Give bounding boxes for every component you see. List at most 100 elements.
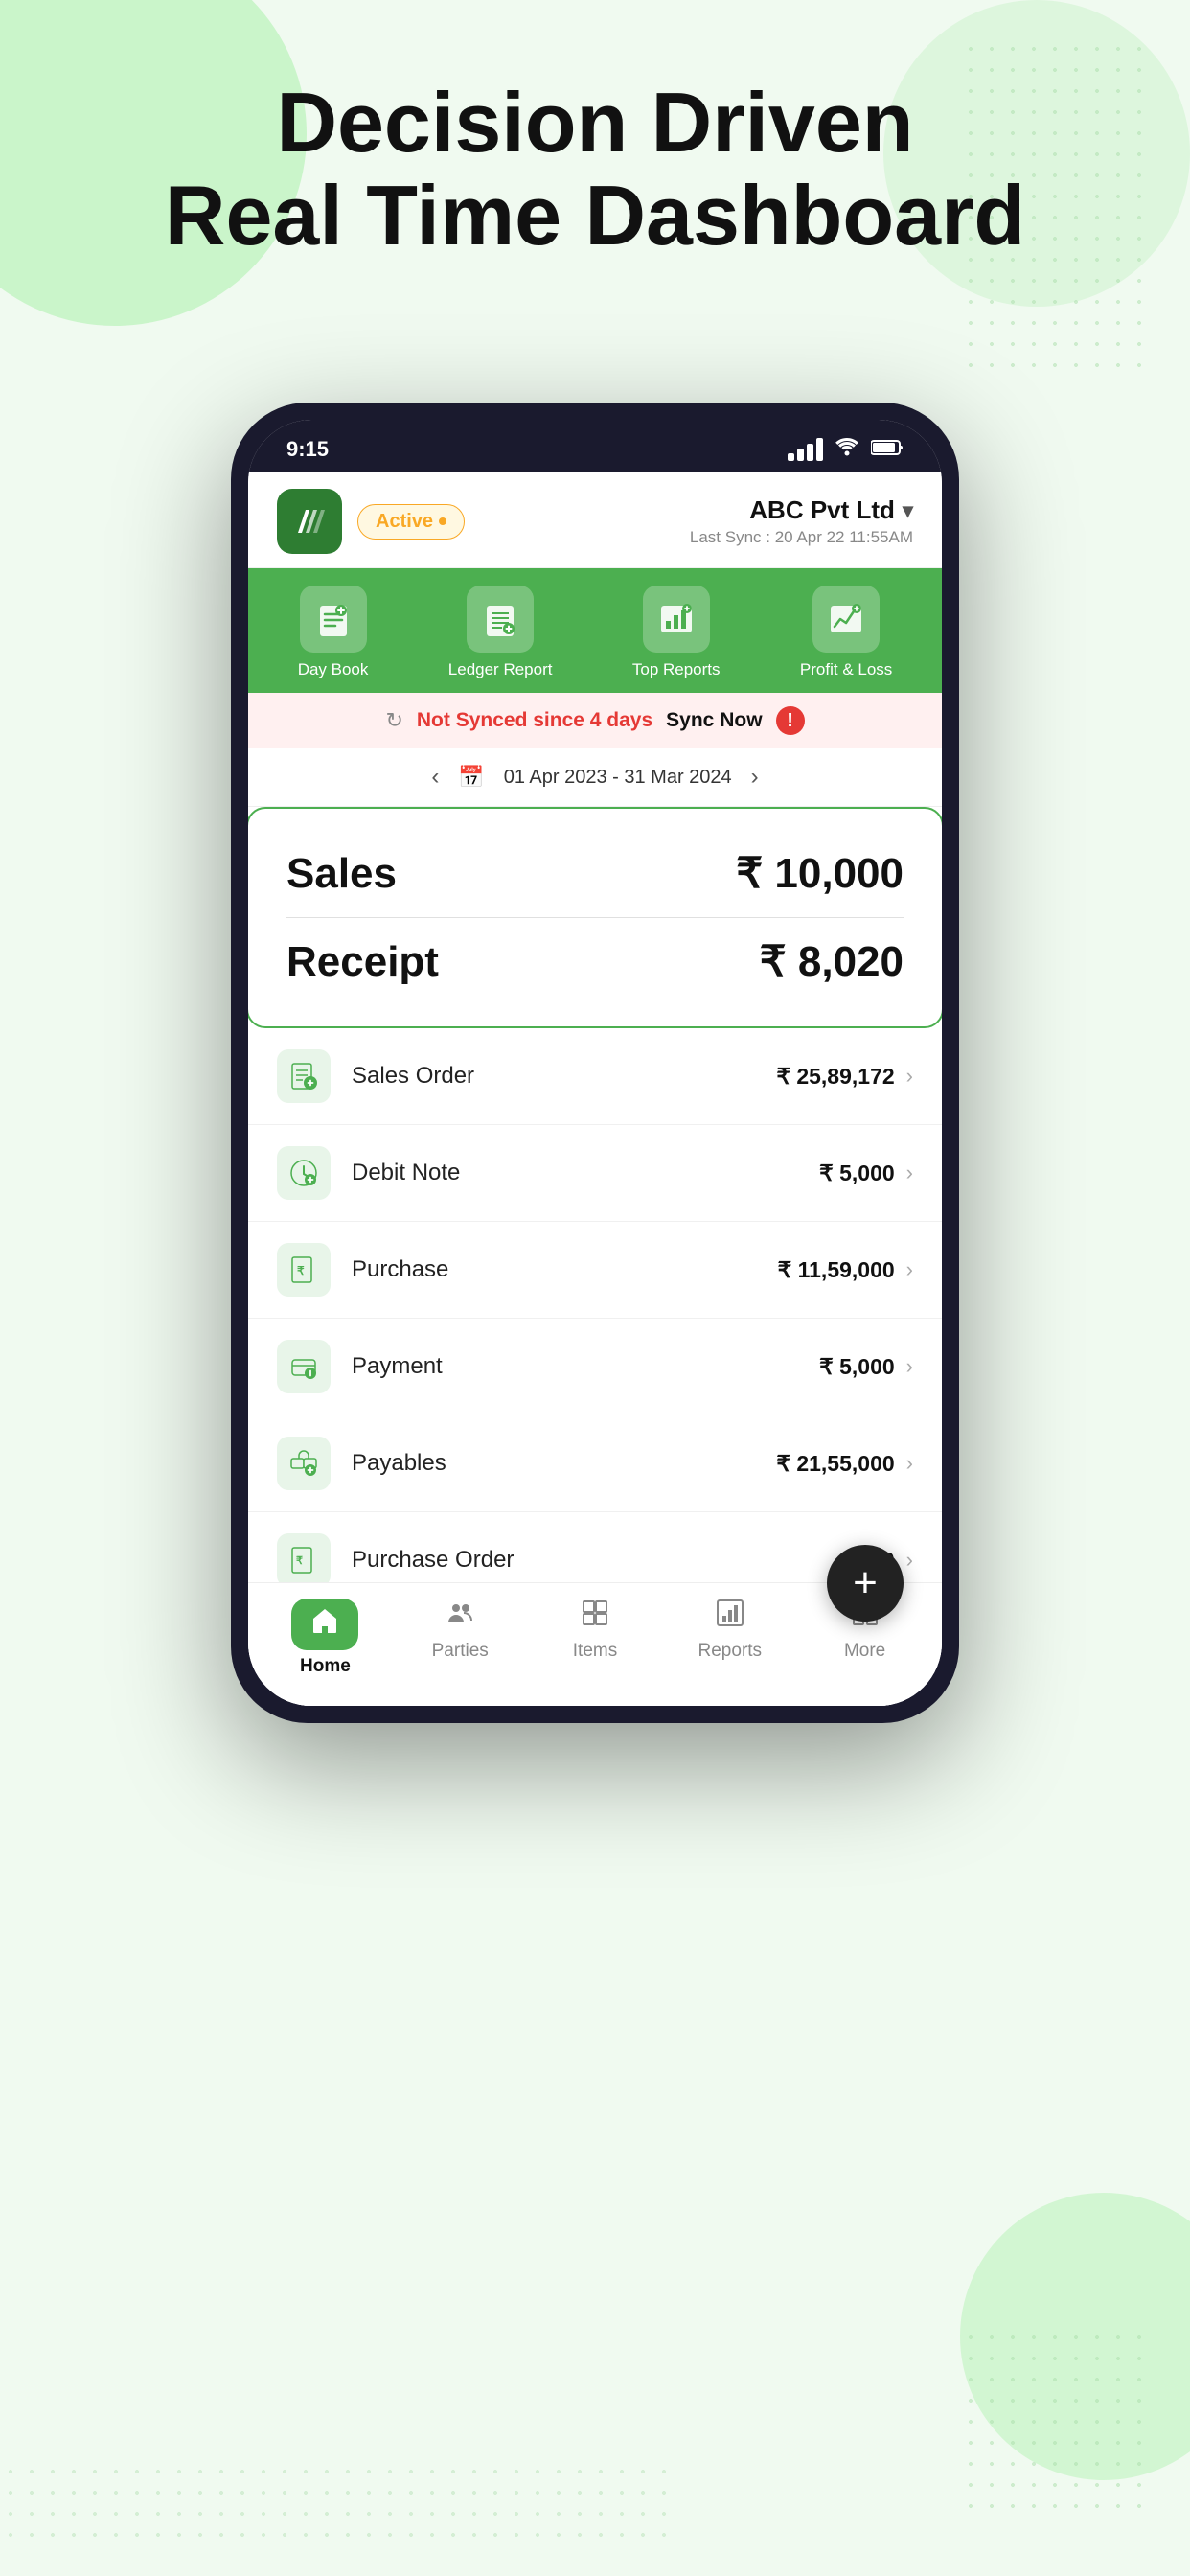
receipt-value: ₹ 8,020 [760, 937, 904, 986]
sync-warning-text: Not Synced since 4 days [417, 709, 652, 732]
purchase-chevron: › [906, 1257, 913, 1282]
bottom-nav-parties[interactable]: Parties [393, 1598, 528, 1677]
payment-amount: ₹ 5,000 [819, 1354, 895, 1380]
hero-title: Decision Driven Real Time Dashboard [0, 77, 1190, 263]
status-bar: 9:15 [248, 420, 942, 472]
nav-item-ledger[interactable]: Ledger Report [448, 586, 553, 679]
highlight-card: Sales ₹ 10,000 Receipt ₹ 8,020 [248, 807, 942, 1028]
company-name-row: ABC Pvt Ltd ▾ [690, 495, 913, 525]
payment-chevron: › [906, 1354, 913, 1379]
daybook-icon [300, 586, 367, 653]
status-time: 9:15 [286, 437, 329, 462]
sales-order-chevron: › [906, 1064, 913, 1089]
nav-item-profitloss[interactable]: Profit & Loss [800, 586, 892, 679]
sales-order-icon [277, 1049, 331, 1103]
payables-icon [277, 1437, 331, 1490]
refresh-icon: ↻ [385, 708, 402, 733]
status-icons [788, 437, 904, 462]
transaction-item-purchase[interactable]: ₹ Purchase ₹ 11,59,000 › [248, 1222, 942, 1319]
payables-chevron: › [906, 1451, 913, 1476]
purchase-amount: ₹ 11,59,000 [778, 1257, 895, 1283]
more-nav-label: More [844, 1641, 885, 1662]
home-icon [291, 1598, 358, 1650]
payment-name: Payment [352, 1353, 819, 1380]
payables-name: Payables [352, 1450, 776, 1477]
transaction-item-sales-order[interactable]: Sales Order ₹ 25,89,172 › [248, 1028, 942, 1125]
sales-row: Sales ₹ 10,000 [286, 840, 904, 908]
date-next-button[interactable]: › [751, 764, 759, 791]
topreports-label: Top Reports [632, 660, 721, 679]
fab-add-button[interactable]: + [827, 1545, 904, 1622]
svg-text:₹: ₹ [297, 1264, 305, 1277]
active-badge: Active [357, 504, 465, 540]
debit-note-amount: ₹ 5,000 [819, 1161, 895, 1186]
svg-text:₹: ₹ [296, 1555, 303, 1567]
wifi-icon [835, 437, 859, 462]
purchase-order-chevron: › [906, 1548, 913, 1573]
company-info: ABC Pvt Ltd ▾ Last Sync : 20 Apr 22 11:5… [690, 495, 913, 547]
debit-note-name: Debit Note [352, 1160, 819, 1186]
sales-order-amount: ₹ 25,89,172 [776, 1064, 894, 1090]
sales-value: ₹ 10,000 [736, 849, 904, 898]
nav-item-daybook[interactable]: Day Book [298, 586, 369, 679]
green-nav-bar: Day Book Ledger Rep [248, 568, 942, 693]
items-icon [581, 1598, 609, 1635]
calendar-icon: 📅 [458, 765, 484, 790]
company-name-text: ABC Pvt Ltd [749, 495, 895, 525]
warning-icon: ! [776, 706, 805, 735]
sales-label: Sales [286, 850, 397, 898]
app-logo [277, 489, 342, 554]
date-range-row: ‹ 📅 01 Apr 2023 - 31 Mar 2024 › [248, 748, 942, 807]
transaction-item-payables[interactable]: Payables ₹ 21,55,000 › [248, 1415, 942, 1512]
reports-nav-label: Reports [698, 1641, 763, 1662]
payables-amount: ₹ 21,55,000 [776, 1451, 894, 1477]
bottom-nav-reports[interactable]: Reports [662, 1598, 797, 1677]
last-sync-text: Last Sync : 20 Apr 22 11:55AM [690, 528, 913, 547]
purchase-name: Purchase [352, 1256, 778, 1283]
profitloss-label: Profit & Loss [800, 660, 892, 679]
parties-icon [446, 1598, 474, 1635]
date-range-text: 01 Apr 2023 - 31 Mar 2024 [504, 767, 732, 789]
transaction-item-payment[interactable]: Payment ₹ 5,000 › [248, 1319, 942, 1415]
purchase-order-name: Purchase Order [352, 1547, 844, 1574]
sync-warning-bar: ↻ Not Synced since 4 days Sync Now ! [248, 693, 942, 748]
receipt-row: Receipt ₹ 8,020 [286, 917, 904, 996]
hero-title-line1: Decision Driven [276, 75, 913, 170]
sync-now-button[interactable]: Sync Now [666, 709, 762, 732]
receipt-label: Receipt [286, 938, 439, 986]
bottom-nav-home[interactable]: Home [258, 1598, 393, 1677]
topreports-icon [643, 586, 710, 653]
sales-order-name: Sales Order [352, 1063, 776, 1090]
reports-icon [716, 1598, 744, 1635]
hero-section: Decision Driven Real Time Dashboard [0, 77, 1190, 263]
phone-screen: 9:15 [248, 420, 942, 1706]
transaction-item-debit-note[interactable]: Debit Note ₹ 5,000 › [248, 1125, 942, 1222]
phone-outer: 9:15 [231, 402, 959, 1723]
phone-wrapper: 9:15 [231, 402, 959, 1723]
nav-item-topreports[interactable]: Top Reports [632, 586, 721, 679]
ledger-icon [467, 586, 534, 653]
ledger-label: Ledger Report [448, 660, 553, 679]
company-dropdown-icon[interactable]: ▾ [903, 498, 913, 523]
dots-pattern-br [960, 2327, 1152, 2518]
bottom-nav-items[interactable]: Items [528, 1598, 663, 1677]
parties-nav-label: Parties [432, 1641, 489, 1662]
dots-pattern-bottom [0, 2461, 671, 2538]
items-nav-label: Items [573, 1641, 617, 1662]
payment-icon [277, 1340, 331, 1393]
battery-icon [871, 437, 904, 462]
purchase-order-icon: ₹ [277, 1533, 331, 1587]
debit-note-chevron: › [906, 1161, 913, 1185]
home-nav-label: Home [300, 1656, 351, 1677]
debit-note-icon [277, 1146, 331, 1200]
daybook-label: Day Book [298, 660, 369, 679]
purchase-icon: ₹ [277, 1243, 331, 1297]
profitloss-icon [812, 586, 880, 653]
active-label: Active [376, 511, 433, 533]
active-dot [439, 518, 446, 525]
logo-area: Active [277, 489, 465, 554]
app-header: Active ABC Pvt Ltd ▾ Last Sync : 20 Apr … [248, 472, 942, 568]
date-prev-button[interactable]: ‹ [431, 764, 439, 791]
hero-title-line2: Real Time Dashboard [165, 168, 1025, 263]
signal-icon [788, 438, 823, 461]
